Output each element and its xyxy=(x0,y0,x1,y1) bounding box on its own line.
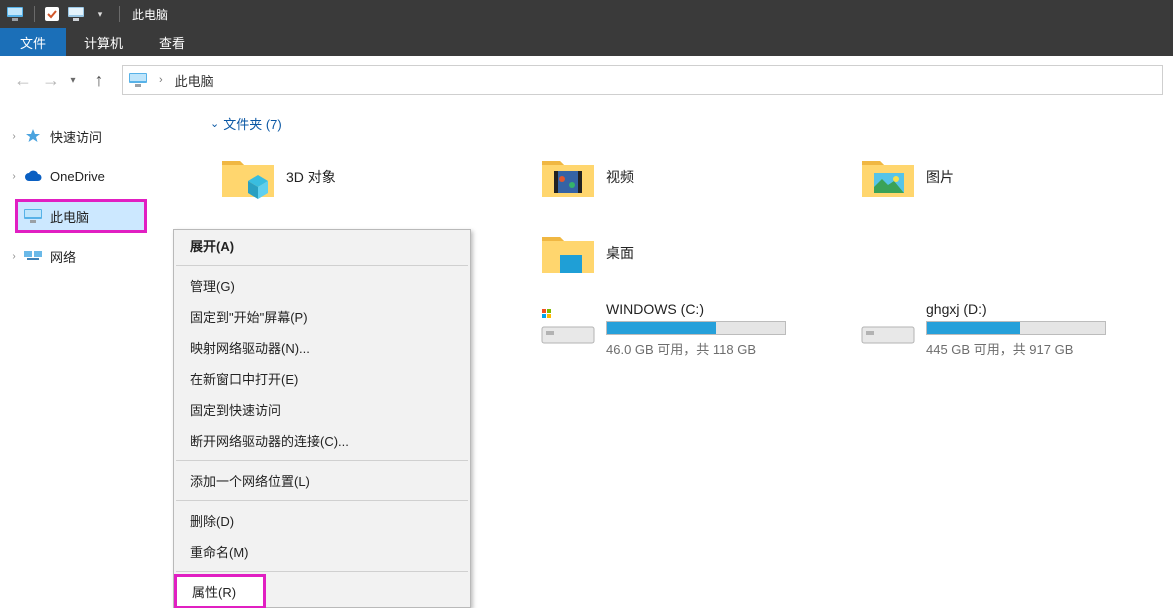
tree-item-onedrive[interactable]: › OneDrive xyxy=(0,160,200,192)
navigation-tree: › 快速访问 › OneDrive 此电脑 › xyxy=(0,104,200,599)
context-menu-item-expand[interactable]: 展开(A) xyxy=(174,230,470,261)
back-button[interactable]: ← xyxy=(10,67,36,93)
navigation-row: ← → ▾ ↑ › 此电脑 xyxy=(0,56,1173,104)
context-menu-item-delete[interactable]: 删除(D) xyxy=(174,505,470,536)
folder-icon xyxy=(220,149,276,205)
tree-item-label: 快速访问 xyxy=(50,127,102,146)
checkbox-icon[interactable] xyxy=(41,3,63,25)
tab-computer[interactable]: 计算机 xyxy=(66,28,141,56)
tree-item-label: 网络 xyxy=(50,247,76,266)
context-menu-item-add-net-location[interactable]: 添加一个网络位置(L) xyxy=(174,465,470,496)
folders-header-label: 文件夹 (7) xyxy=(223,114,282,133)
window-titlebar: ▾ 此电脑 xyxy=(0,0,1173,28)
tree-item-quick-access[interactable]: › 快速访问 xyxy=(0,120,200,152)
folder-tile-label: 视频 xyxy=(606,167,634,187)
folder-tile-label: 图片 xyxy=(926,167,954,187)
address-bar[interactable]: › 此电脑 xyxy=(122,65,1163,95)
context-menu: 展开(A) 管理(G) 固定到"开始"屏幕(P) 映射网络驱动器(N)... 在… xyxy=(173,229,471,608)
window-title: 此电脑 xyxy=(132,6,168,23)
chevron-right-icon[interactable]: › xyxy=(8,171,20,182)
tree-item-network[interactable]: › 网络 xyxy=(0,240,200,272)
drive-name: ghgxj (D:) xyxy=(926,301,1170,317)
context-menu-item-disconnect-drive[interactable]: 断开网络驱动器的连接(C)... xyxy=(174,425,470,456)
chevron-right-icon[interactable]: › xyxy=(8,131,20,142)
monitor-icon xyxy=(4,3,26,25)
divider xyxy=(119,6,120,22)
divider xyxy=(176,571,468,572)
up-button[interactable]: ↑ xyxy=(86,67,112,93)
context-menu-item-new-window[interactable]: 在新窗口中打开(E) xyxy=(174,363,470,394)
drive-free-text: 445 GB 可用，共 917 GB xyxy=(926,339,1170,358)
drive-name: WINDOWS (C:) xyxy=(606,301,850,317)
folder-tile-pictures[interactable]: 图片 xyxy=(850,139,1170,215)
forward-button[interactable]: → xyxy=(38,67,64,93)
divider xyxy=(176,500,468,501)
folder-icon xyxy=(540,225,596,281)
folders-section-header[interactable]: ⌄ 文件夹 (7) xyxy=(210,114,1173,133)
folder-tile-desktop[interactable]: 桌面 xyxy=(530,215,850,291)
dropdown-icon[interactable]: ▾ xyxy=(89,3,111,25)
drive-icon xyxy=(540,301,596,357)
star-icon xyxy=(24,127,42,145)
breadcrumb[interactable]: › 此电脑 xyxy=(129,71,214,90)
folder-tile-label: 桌面 xyxy=(606,243,634,263)
context-menu-item-manage[interactable]: 管理(G) xyxy=(174,270,470,301)
network-icon xyxy=(24,247,42,265)
monitor-icon xyxy=(129,73,147,87)
drive-tile-d[interactable]: ghgxj (D:) 445 GB 可用，共 917 GB xyxy=(860,301,1170,358)
context-menu-item-map-drive[interactable]: 映射网络驱动器(N)... xyxy=(174,332,470,363)
drive-usage-bar xyxy=(606,321,786,335)
drive-icon xyxy=(860,301,916,357)
folder-icon xyxy=(860,149,916,205)
drive-usage-bar xyxy=(926,321,1106,335)
tree-item-label: OneDrive xyxy=(50,169,105,184)
cloud-icon xyxy=(24,167,42,185)
folder-icon xyxy=(540,149,596,205)
tab-file[interactable]: 文件 xyxy=(0,28,66,56)
monitor2-icon xyxy=(65,3,87,25)
folder-tile-videos[interactable]: 视频 xyxy=(530,139,850,215)
divider xyxy=(176,265,468,266)
folder-tile-label: 3D 对象 xyxy=(286,167,336,187)
divider xyxy=(34,6,35,22)
folder-tile-3d-objects[interactable]: 3D 对象 xyxy=(210,139,530,215)
chevron-down-icon: ⌄ xyxy=(210,117,219,130)
context-menu-item-properties[interactable]: 属性(R) xyxy=(176,576,264,607)
drive-tile-c[interactable]: WINDOWS (C:) 46.0 GB 可用，共 118 GB xyxy=(540,301,850,358)
context-menu-item-rename[interactable]: 重命名(M) xyxy=(174,536,470,567)
context-menu-item-pin-quick[interactable]: 固定到快速访问 xyxy=(174,394,470,425)
monitor-icon xyxy=(24,207,42,225)
chevron-right-icon: › xyxy=(159,74,163,86)
drive-free-text: 46.0 GB 可用，共 118 GB xyxy=(606,339,850,358)
breadcrumb-label: 此电脑 xyxy=(175,71,214,90)
tree-item-this-pc[interactable]: 此电脑 xyxy=(16,200,146,232)
tab-view[interactable]: 查看 xyxy=(141,28,203,56)
history-dropdown[interactable]: ▾ xyxy=(66,67,80,93)
divider xyxy=(176,460,468,461)
chevron-right-icon[interactable]: › xyxy=(8,251,20,262)
context-menu-item-pin-start[interactable]: 固定到"开始"屏幕(P) xyxy=(174,301,470,332)
tree-item-label: 此电脑 xyxy=(50,207,89,226)
ribbon-tabs: 文件 计算机 查看 xyxy=(0,28,1173,56)
